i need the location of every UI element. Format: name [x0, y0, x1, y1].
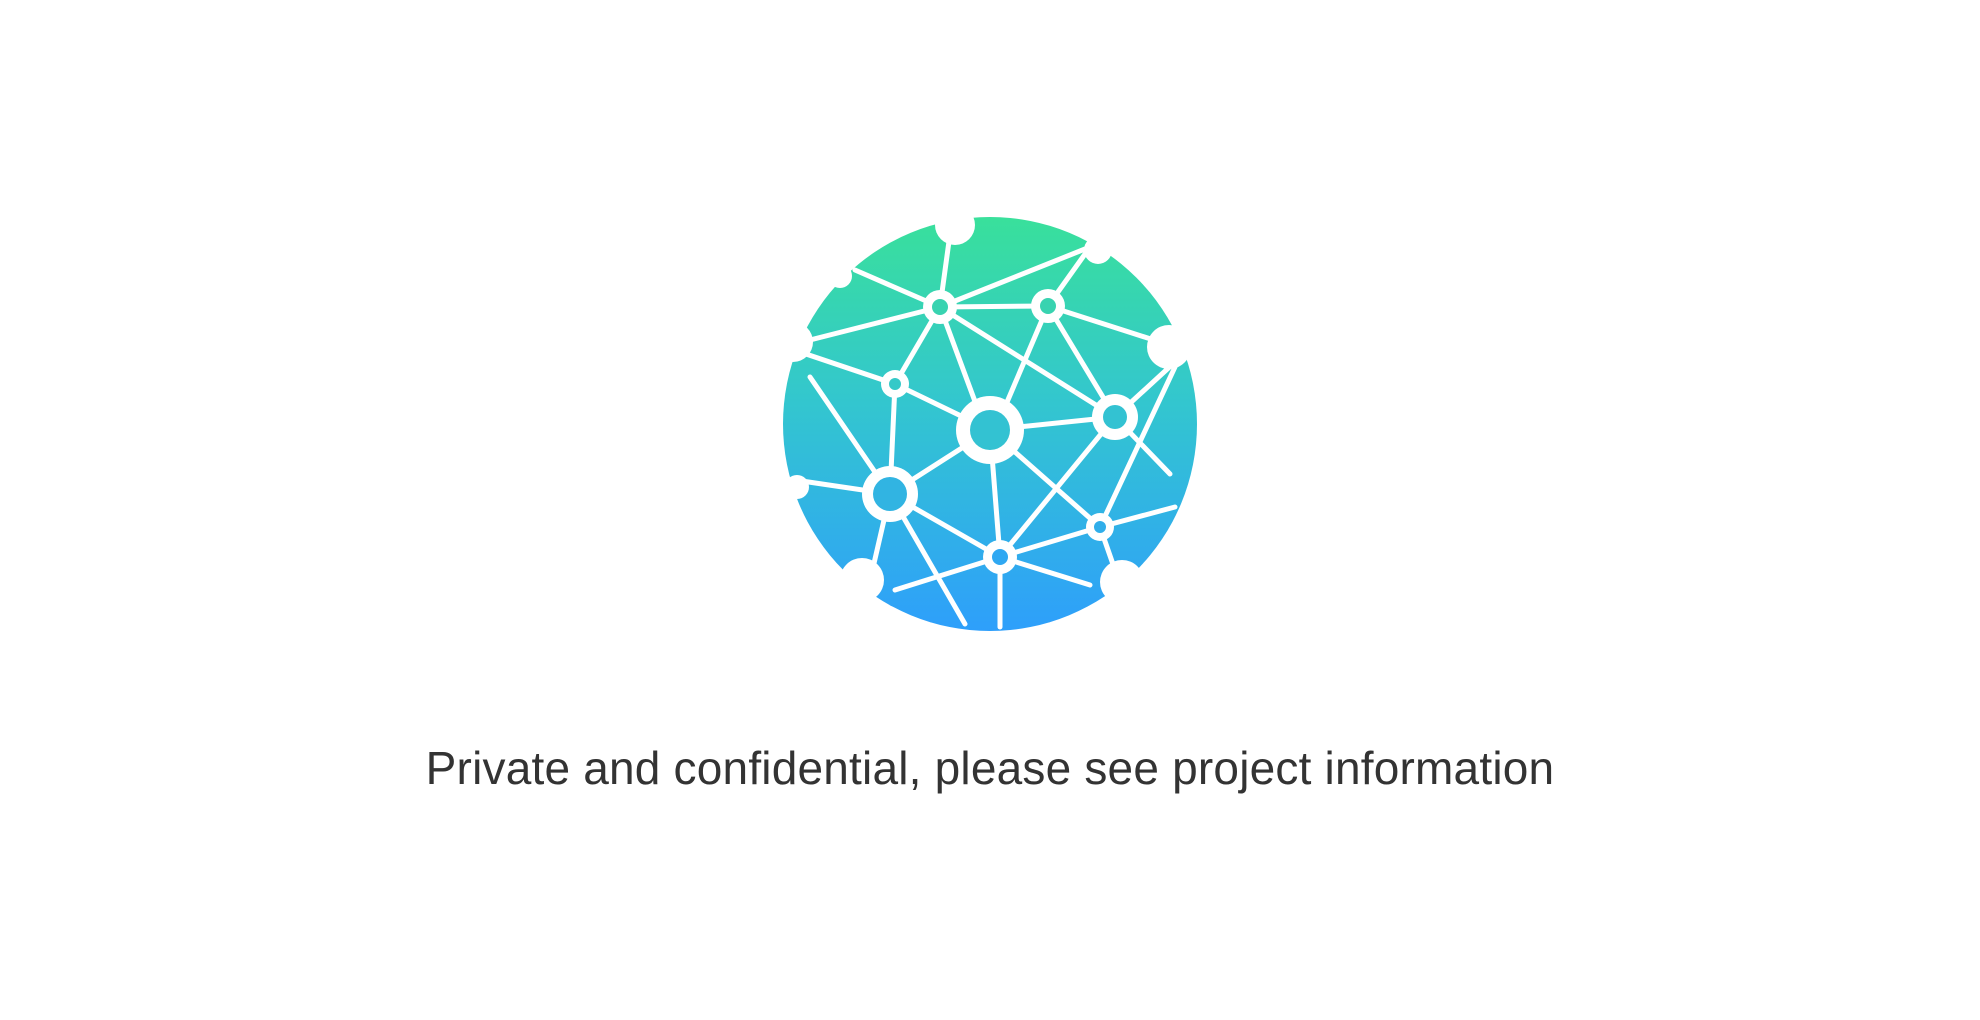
network-globe-icon [780, 212, 1200, 632]
placeholder-page: Private and confidential, please see pro… [0, 0, 1980, 1020]
confidential-notice: Private and confidential, please see pro… [425, 742, 1555, 794]
